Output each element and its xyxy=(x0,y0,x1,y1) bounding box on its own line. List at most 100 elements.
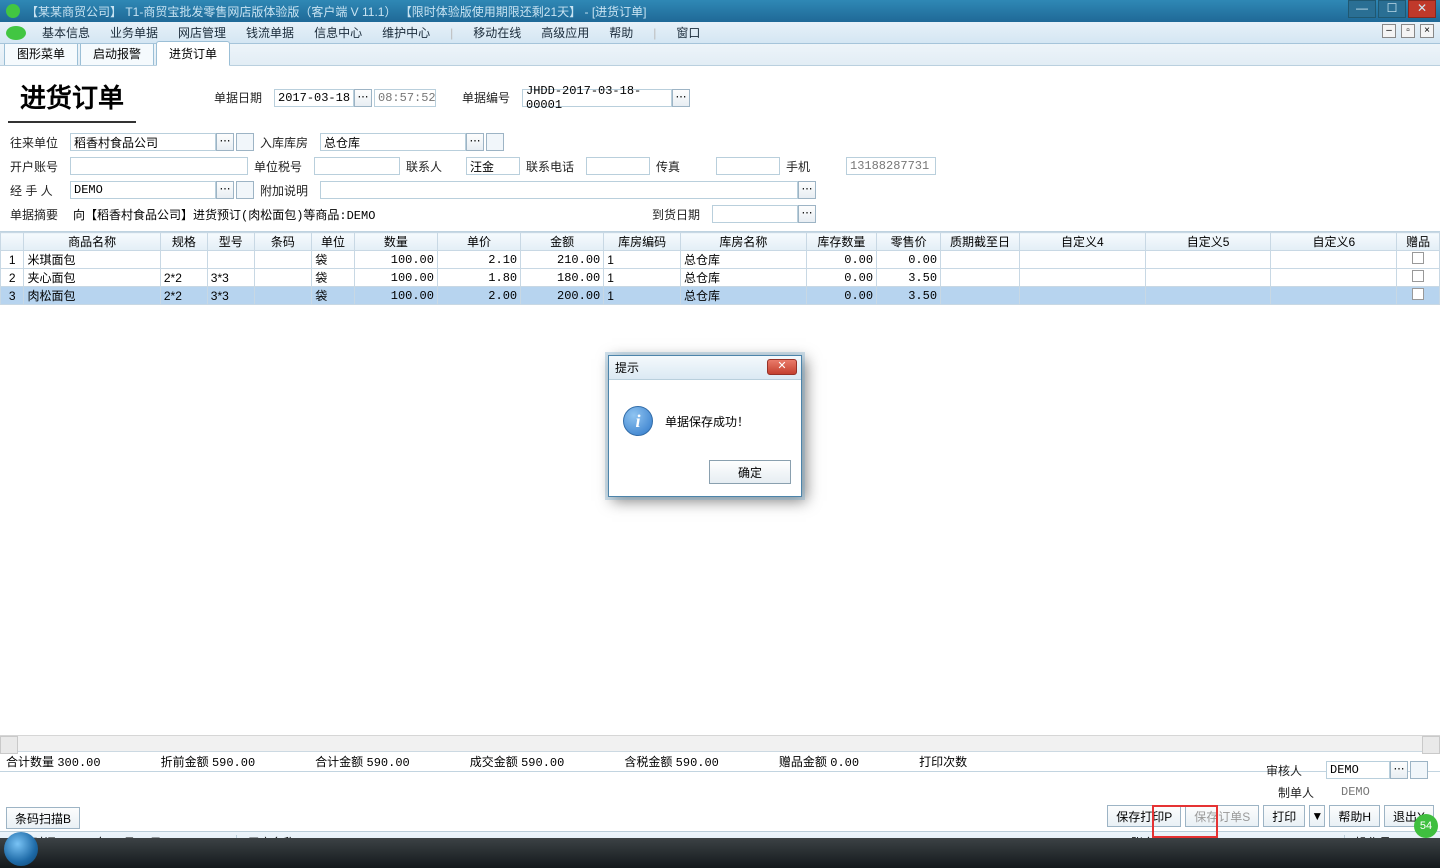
handler-info-icon[interactable] xyxy=(236,181,254,199)
col-1[interactable]: 商品名称 xyxy=(24,233,160,251)
arrive-field[interactable] xyxy=(712,205,798,223)
bill-no-lookup[interactable]: ⋯ xyxy=(672,89,690,107)
save-print-button[interactable]: 保存打印P xyxy=(1107,805,1181,827)
tab-alerts[interactable]: 启动报警 xyxy=(80,41,154,65)
menu-mobile[interactable]: 移动在线 xyxy=(463,24,531,41)
supplier-field[interactable]: 稻香村食品公司 xyxy=(70,133,216,151)
col-6[interactable]: 数量 xyxy=(354,233,437,251)
handler-field[interactable]: DEMO xyxy=(70,181,216,199)
col-13[interactable]: 质期截至日 xyxy=(941,233,1020,251)
dialog-message: 单据保存成功！ xyxy=(665,413,749,430)
col-16[interactable]: 自定义6 xyxy=(1271,233,1397,251)
bill-date-picker[interactable]: ⋯ xyxy=(354,89,372,107)
gift-checkbox[interactable] xyxy=(1412,288,1424,300)
dialog-close-button[interactable]: ✕ xyxy=(767,359,797,375)
warehouse-field[interactable]: 总仓库 xyxy=(320,133,466,151)
auditor-lookup[interactable]: ⋯ xyxy=(1390,761,1408,779)
supplier-lookup[interactable]: ⋯ xyxy=(216,133,234,151)
print-button[interactable]: 打印 xyxy=(1263,805,1305,827)
message-dialog: 提示 ✕ i 单据保存成功！ 确定 xyxy=(608,355,802,497)
extra-lookup[interactable]: ⋯ xyxy=(798,181,816,199)
win-close-button[interactable]: ✕ xyxy=(1408,0,1436,18)
menu-basic[interactable]: 基本信息 xyxy=(32,24,100,41)
handler-lookup[interactable]: ⋯ xyxy=(216,181,234,199)
bank-field[interactable] xyxy=(70,157,248,175)
menu-money[interactable]: 钱流单据 xyxy=(236,24,304,41)
handler-label: 经 手 人 xyxy=(10,182,66,199)
col-8[interactable]: 金额 xyxy=(521,233,604,251)
contact-label: 联系人 xyxy=(406,158,462,175)
taxid-field[interactable] xyxy=(314,157,400,175)
menu-help[interactable]: 帮助 xyxy=(599,24,643,41)
summary-field[interactable]: 向【稻香村食品公司】进货预订(肉松面包)等商品:DEMO xyxy=(70,205,646,223)
print-dropdown[interactable]: ▼ xyxy=(1309,805,1325,827)
table-row[interactable]: 3肉松面包2*23*3袋100.002.00200.001总仓库0.003.50 xyxy=(1,287,1440,305)
tax-amt-label: 含税金额 xyxy=(624,755,672,769)
warehouse-label: 入库库房 xyxy=(260,134,316,151)
mdi-close-button[interactable]: × xyxy=(1420,24,1434,38)
menu-info[interactable]: 信息中心 xyxy=(304,24,372,41)
col-17[interactable]: 赠品 xyxy=(1397,233,1440,251)
bill-date-field[interactable]: 2017-03-18 xyxy=(274,89,354,107)
extra-label: 附加说明 xyxy=(260,182,316,199)
col-7[interactable]: 单价 xyxy=(437,233,520,251)
os-taskbar[interactable] xyxy=(0,838,1440,868)
tel-field[interactable] xyxy=(586,157,650,175)
help-button[interactable]: 帮助H xyxy=(1329,805,1380,827)
col-15[interactable]: 自定义5 xyxy=(1145,233,1271,251)
win-min-button[interactable]: — xyxy=(1348,0,1376,18)
mobile-label: 手机 xyxy=(786,158,842,175)
deal-amt-label: 成交金额 xyxy=(470,755,518,769)
col-3[interactable]: 型号 xyxy=(207,233,254,251)
pre-disc-val: 590.00 xyxy=(212,756,255,770)
maker-field: DEMO xyxy=(1338,783,1402,801)
print-count-label: 打印次数 xyxy=(919,755,967,769)
table-row[interactable]: 2夹心面包2*23*3袋100.001.80180.001总仓库0.003.50 xyxy=(1,269,1440,287)
notification-badge[interactable]: 54 xyxy=(1414,814,1438,838)
col-10[interactable]: 库房名称 xyxy=(680,233,806,251)
mobile-field[interactable]: 13188287731 xyxy=(846,157,936,175)
contact-field[interactable]: 汪金 xyxy=(466,157,520,175)
arrive-picker[interactable]: ⋯ xyxy=(798,205,816,223)
menu-icon xyxy=(6,26,26,40)
table-row[interactable]: 1米琪面包袋100.002.10210.001总仓库0.000.00 xyxy=(1,251,1440,269)
bill-no-field[interactable]: JHDD-2017-03-18-00001 xyxy=(522,89,672,107)
dialog-ok-button[interactable]: 确定 xyxy=(709,460,791,484)
supplier-info-icon[interactable] xyxy=(236,133,254,151)
gift-checkbox[interactable] xyxy=(1412,270,1424,282)
auditor-field[interactable]: DEMO xyxy=(1326,761,1390,779)
col-0[interactable] xyxy=(1,233,24,251)
col-4[interactable]: 条码 xyxy=(254,233,312,251)
doc-tabs: 图形菜单 启动报警 进货订单 xyxy=(0,44,1440,66)
win-max-button[interactable]: ☐ xyxy=(1378,0,1406,18)
menu-maint[interactable]: 维护中心 xyxy=(372,24,440,41)
menu-biz[interactable]: 业务单据 xyxy=(100,24,168,41)
auditor-info-icon[interactable] xyxy=(1410,761,1428,779)
col-5[interactable]: 单位 xyxy=(312,233,355,251)
menu-advance[interactable]: 高级应用 xyxy=(531,24,599,41)
menu-window[interactable]: 窗口 xyxy=(666,24,710,41)
col-2[interactable]: 规格 xyxy=(160,233,207,251)
col-14[interactable]: 自定义4 xyxy=(1019,233,1145,251)
h-scrollbar[interactable] xyxy=(0,735,1440,751)
total-qty: 300.00 xyxy=(57,756,100,770)
page-title: 进货订单 xyxy=(8,72,136,123)
mdi-min-button[interactable]: – xyxy=(1382,24,1396,38)
fax-field[interactable] xyxy=(716,157,780,175)
save-order-button[interactable]: 保存订单S xyxy=(1185,805,1259,827)
barcode-scan-button[interactable]: 条码扫描B xyxy=(6,807,80,829)
gift-checkbox[interactable] xyxy=(1412,252,1424,264)
start-button[interactable] xyxy=(0,834,46,868)
col-11[interactable]: 库存数量 xyxy=(806,233,876,251)
tab-graph-menu[interactable]: 图形菜单 xyxy=(4,41,78,65)
warehouse-info-icon[interactable] xyxy=(486,133,504,151)
bill-no-label: 单据编号 xyxy=(462,89,518,106)
menu-shop[interactable]: 网店管理 xyxy=(168,24,236,41)
col-12[interactable]: 零售价 xyxy=(877,233,941,251)
extra-field[interactable] xyxy=(320,181,798,199)
warehouse-lookup[interactable]: ⋯ xyxy=(466,133,484,151)
tab-purchase-order[interactable]: 进货订单 xyxy=(156,41,230,66)
gift-amt-label: 赠品金额 xyxy=(779,755,827,769)
col-9[interactable]: 库房编码 xyxy=(604,233,681,251)
mdi-restore-button[interactable]: ▫ xyxy=(1401,24,1415,38)
